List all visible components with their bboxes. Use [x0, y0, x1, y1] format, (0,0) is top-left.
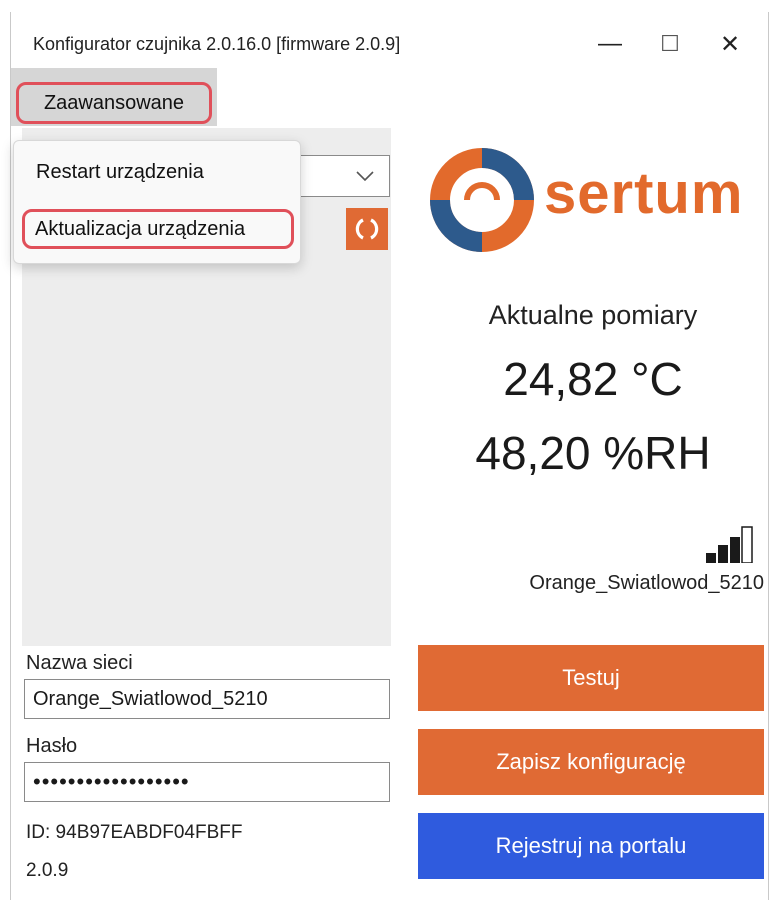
- logo-text: sertum: [544, 161, 744, 226]
- minimize-button[interactable]: —: [580, 22, 640, 66]
- password-label: Hasło: [26, 735, 78, 757]
- save-config-button[interactable]: Zapisz konfigurację: [418, 729, 764, 795]
- menu-advanced[interactable]: Zaawansowane: [16, 82, 212, 124]
- maximize-icon: ☐: [660, 31, 680, 56]
- wifi-signal-icon: [706, 526, 753, 563]
- close-icon: ✕: [719, 30, 741, 58]
- connected-ssid: Orange_Swiatlowod_5210: [529, 572, 764, 594]
- register-portal-button[interactable]: Rejestruj na portalu: [418, 813, 764, 879]
- temperature-value: 24,82 °C: [503, 353, 683, 405]
- password-input[interactable]: ••••••••••••••••••: [24, 762, 390, 802]
- refresh-button[interactable]: [346, 208, 388, 250]
- minimize-icon: —: [598, 30, 622, 57]
- test-button[interactable]: Testuj: [418, 645, 764, 711]
- close-button[interactable]: ✕: [700, 22, 760, 66]
- network-name-label: Nazwa sieci: [26, 652, 133, 674]
- refresh-icon: [355, 218, 379, 240]
- device-combobox[interactable]: [300, 155, 390, 197]
- advanced-dropdown: Restart urządzenia Aktualizacja urządzen…: [13, 140, 301, 264]
- measurements-title: Aktualne pomiary: [488, 300, 698, 330]
- window-title: Konfigurator czujnika 2.0.16.0 [firmware…: [33, 34, 401, 54]
- firmware-version: 2.0.9: [26, 860, 69, 881]
- humidity-value: 48,20 %RH: [475, 427, 711, 479]
- maximize-button[interactable]: ☐: [640, 22, 700, 66]
- menu-item-restart[interactable]: Restart urządzenia: [14, 161, 300, 184]
- chevron-down-icon: [356, 171, 374, 182]
- device-id: ID: 94B97EABDF04FBFF: [26, 822, 243, 843]
- network-name-input[interactable]: [24, 679, 390, 719]
- menu-item-update[interactable]: Aktualizacja urządzenia: [22, 209, 294, 249]
